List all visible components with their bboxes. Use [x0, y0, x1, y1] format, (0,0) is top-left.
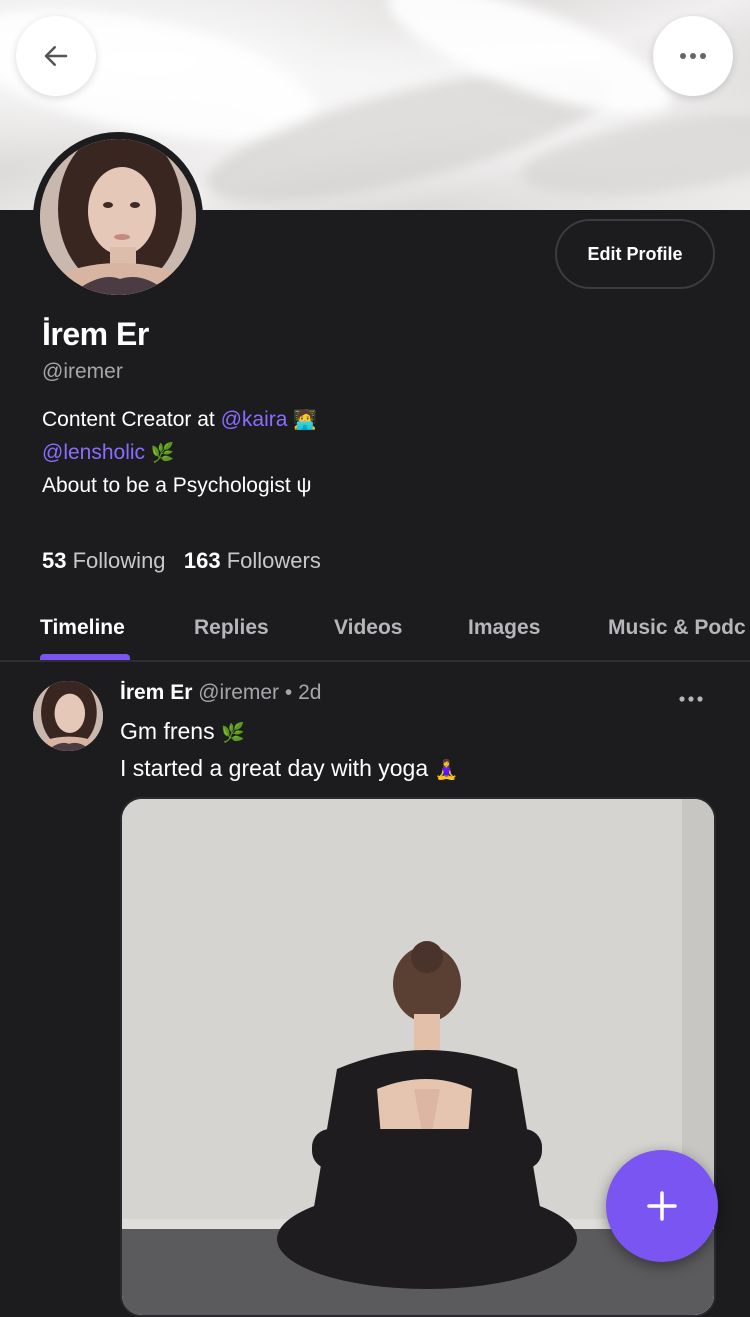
tab-images[interactable]: Images — [468, 616, 540, 640]
tab-music-podcasts[interactable]: Music & Podc — [608, 616, 746, 640]
post-more-icon[interactable] — [678, 686, 704, 712]
profile-handle: @iremer — [42, 360, 123, 383]
more-horizontal-icon — [680, 53, 706, 59]
herb-emoji: 🌿 — [150, 443, 175, 464]
technologist-emoji: 🧑‍💻 — [293, 410, 317, 431]
post-separator: • — [284, 681, 293, 704]
mention-link-lensholic[interactable]: @lensholic — [42, 441, 145, 464]
mention-link-kaira[interactable]: @kaira — [221, 408, 288, 431]
tab-timeline[interactable]: Timeline — [40, 616, 125, 640]
post-text: Gm frens 🌿 I started a great day with yo… — [120, 714, 458, 788]
post-line-2-text: I started a great day with yoga — [120, 755, 429, 781]
post-line-1: Gm frens 🌿 — [120, 714, 458, 751]
profile-name: İrem Er — [42, 316, 149, 352]
followers-stat[interactable]: 163 Followers — [184, 548, 321, 573]
post-author-avatar[interactable] — [33, 681, 103, 751]
profile-bio: Content Creator at @kaira 🧑‍💻 @lensholic… — [42, 404, 317, 502]
arrow-left-icon — [44, 46, 68, 66]
bio-line-2: @lensholic 🌿 — [42, 437, 317, 470]
back-button[interactable] — [16, 16, 96, 96]
edit-profile-button[interactable]: Edit Profile — [555, 219, 715, 289]
avatar-photo — [40, 139, 196, 295]
tabs-divider — [0, 660, 750, 662]
tab-replies[interactable]: Replies — [194, 616, 269, 640]
post-author-handle[interactable]: @iremer — [198, 681, 279, 704]
following-label: Following — [72, 548, 166, 573]
followers-count: 163 — [183, 548, 221, 573]
more-options-button[interactable] — [653, 16, 733, 96]
plus-icon — [647, 1191, 677, 1221]
bio-line-3: About to be a Psychologist ψ — [42, 474, 312, 497]
bio-line-1: Content Creator at @kaira 🧑‍💻 — [42, 404, 317, 437]
post-time: 2d — [298, 681, 322, 704]
followers-label: Followers — [226, 548, 321, 573]
tab-videos[interactable]: Videos — [334, 616, 402, 640]
profile-tabs: Timeline Replies Videos Images Music & P… — [0, 610, 750, 662]
post-line-1-text: Gm frens — [120, 718, 215, 744]
post-author-name[interactable]: İrem Er — [120, 681, 192, 704]
profile-stats: 53 Following 163 Followers — [42, 548, 321, 574]
herb-emoji: 🌿 — [220, 723, 245, 744]
yoga-emoji: 🧘‍♀️ — [434, 760, 459, 781]
profile-avatar[interactable] — [33, 132, 203, 302]
following-stat[interactable]: 53 Following — [42, 548, 166, 573]
post-line-2: I started a great day with yoga 🧘‍♀️ — [120, 751, 458, 788]
bio-text: Content Creator at — [42, 408, 221, 431]
compose-fab-button[interactable] — [606, 1150, 718, 1262]
post-header: İrem Er @iremer • 2d — [120, 681, 321, 705]
following-count: 53 — [42, 548, 67, 573]
